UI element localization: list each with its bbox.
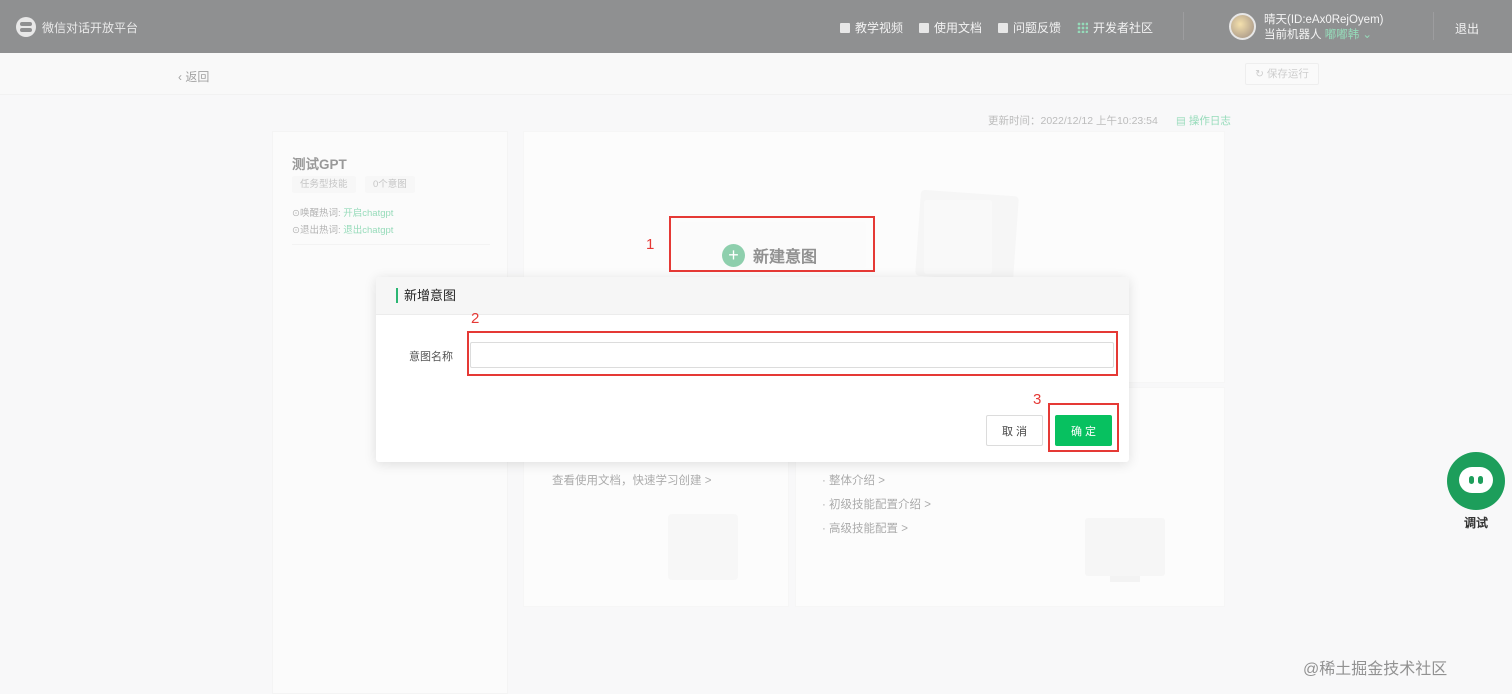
annotation-box-1 <box>669 216 875 272</box>
cancel-button[interactable]: 取 消 <box>986 415 1043 446</box>
debug-bot-button[interactable] <box>1447 452 1505 510</box>
dialog-header: 新增意图 <box>376 277 1129 315</box>
watermark: @稀土掘金技术社区 <box>1303 661 1448 678</box>
debug-label[interactable]: 调试 <box>1464 514 1488 531</box>
annotation-box-2 <box>467 331 1118 376</box>
intent-name-label: 意图名称 <box>409 351 453 363</box>
annotation-number-1: 1 <box>646 236 655 253</box>
dialog-title: 新增意图 <box>396 288 456 303</box>
annotation-number-2: 2 <box>471 310 480 327</box>
annotation-number-3: 3 <box>1033 391 1042 408</box>
robot-icon <box>1459 467 1493 493</box>
annotation-box-3 <box>1048 403 1119 452</box>
